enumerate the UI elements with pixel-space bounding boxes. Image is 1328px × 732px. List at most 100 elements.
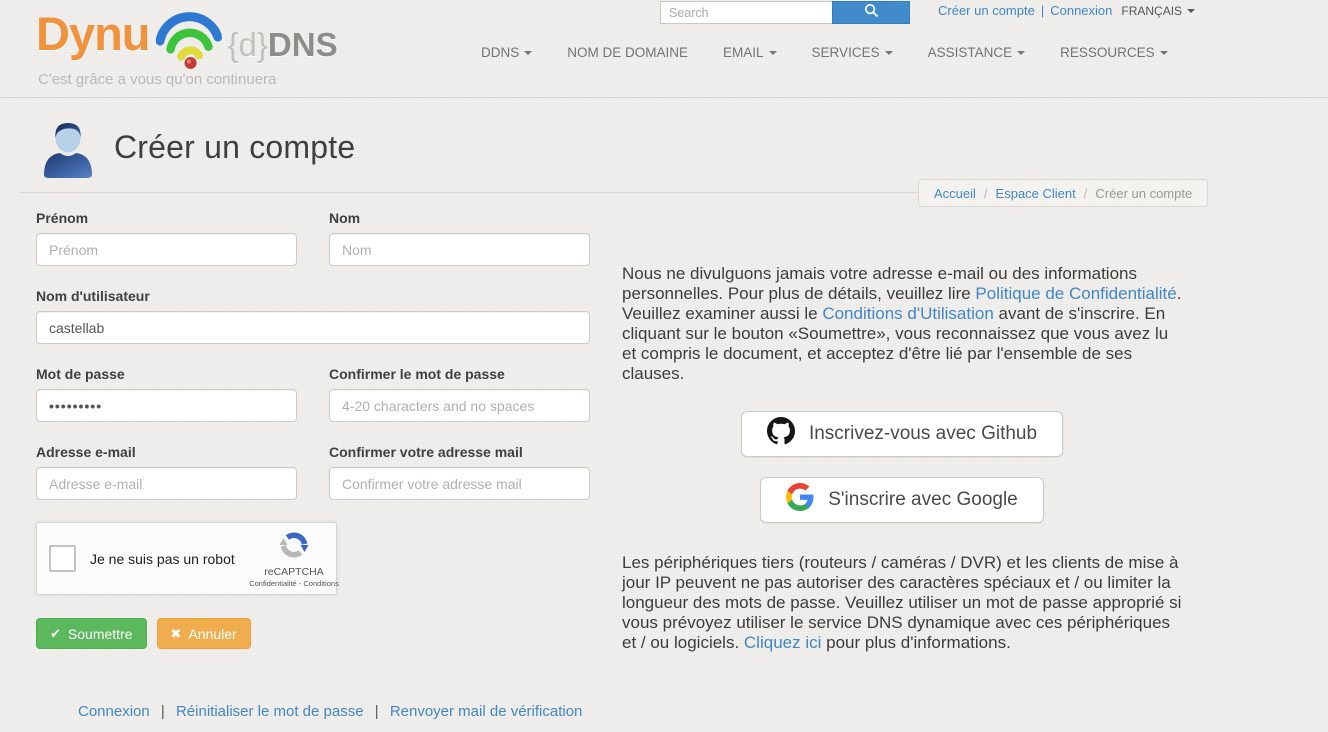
first-name-group: Prénom [36,210,297,266]
recaptcha-label: Je ne suis pas un robot [90,551,235,567]
footer-separator: | [375,703,379,720]
recaptcha-brand: reCAPTCHA Confidentialité - Conditions [262,530,326,588]
language-label: FRANÇAIS [1121,4,1182,18]
nav-services[interactable]: SERVICES [812,45,893,60]
email-label: Adresse e-mail [36,444,297,460]
confirm-email-label: Confirmer votre adresse mail [329,444,590,460]
breadcrumb-separator: / [984,186,988,201]
nav-ressources-label: RESSOURCES [1060,45,1155,60]
recaptcha-checkbox[interactable] [49,545,76,572]
page: Dynu {d}DNS C'est grâce a vous qu'on con… [0,0,1328,732]
person-icon [40,119,96,184]
privacy-paragraph: Nous ne divulguons jamais votre adresse … [622,264,1182,384]
form-actions: ✔ Soumettre ✖ Annuler [36,618,590,649]
recaptcha-name: reCAPTCHA [264,566,324,578]
submit-button-label: Soumettre [68,626,133,642]
top-login-link[interactable]: Connexion [1050,3,1112,18]
breadcrumb-espace-client[interactable]: Espace Client [996,186,1076,201]
confirm-password-label: Confirmer le mot de passe [329,366,590,382]
nav-nom-de-domaine-label: NOM DE DOMAINE [567,45,688,60]
confirm-password-field[interactable] [329,389,590,422]
google-signup-label: S'inscrire avec Google [828,489,1018,511]
first-name-field[interactable] [36,233,297,266]
privacy-policy-link[interactable]: Politique de Confidentialité [975,284,1176,303]
password-field[interactable] [36,389,297,422]
confirm-email-group: Confirmer votre adresse mail [329,444,590,500]
last-name-field[interactable] [329,233,590,266]
chevron-down-icon [524,51,532,55]
footer-login-link[interactable]: Connexion [78,703,150,720]
email-field[interactable] [36,467,297,500]
breadcrumb-current: Créer un compte [1095,186,1192,201]
logo[interactable]: Dynu {d}DNS [36,8,338,75]
chevron-down-icon [1160,51,1168,55]
password-label: Mot de passe [36,366,297,382]
logo-suffix-dns: DNS [268,26,338,63]
more-info-link[interactable]: Cliquez ici [744,633,821,652]
confirm-email-field[interactable] [329,467,590,500]
main-nav: DDNS NOM DE DOMAINE EMAIL SERVICES ASSIS… [481,45,1168,60]
nav-assistance[interactable]: ASSISTANCE [928,45,1026,60]
nav-email[interactable]: EMAIL [723,45,777,60]
wifi-logo-icon [156,12,222,75]
search-input[interactable] [660,1,832,24]
google-icon [786,483,814,517]
info-column: Nous ne divulguons jamais votre adresse … [622,264,1182,653]
last-name-label: Nom [329,210,590,226]
github-signup-label: Inscrivez-vous avec Github [809,423,1037,445]
cancel-button-label: Annuler [188,626,236,642]
logo-suffix-braces: {d} [228,26,268,63]
breadcrumb-separator: / [1084,186,1088,201]
recaptcha-icon [279,530,309,565]
recaptcha-terms-links[interactable]: Confidentialité - Conditions [249,579,339,588]
footer-reset-password-link[interactable]: Réinitialiser le mot de passe [176,703,364,720]
github-signup-button[interactable]: Inscrivez-vous avec Github [741,411,1063,457]
nav-assistance-label: ASSISTANCE [928,45,1013,60]
nav-nom-de-domaine[interactable]: NOM DE DOMAINE [567,45,688,60]
confirm-password-group: Confirmer le mot de passe [329,366,590,422]
chevron-down-icon [769,51,777,55]
terms-link[interactable]: Conditions d'Utilisation [822,304,993,323]
breadcrumb-accueil[interactable]: Accueil [934,186,976,201]
search-icon [864,3,879,23]
cross-icon: ✖ [171,626,182,642]
brand-text: Dynu [36,8,150,60]
note-text-2: pour plus d'informations. [821,633,1010,652]
username-field[interactable] [36,311,590,344]
breadcrumb: Accueil / Espace Client / Créer un compt… [918,179,1208,207]
chevron-down-icon [885,51,893,55]
submit-button[interactable]: ✔ Soumettre [36,618,147,649]
logo-suffix: {d}DNS [228,28,338,61]
footer-separator: | [161,703,165,720]
check-icon: ✔ [50,626,61,642]
language-selector[interactable]: FRANÇAIS [1121,4,1195,18]
recaptcha-widget: Je ne suis pas un robot reCAPTCHA Confid… [36,522,337,595]
top-links-separator: | [1041,3,1044,18]
searchbar [660,1,910,24]
tagline: C'est grâce a vous qu'on continuera [38,71,276,88]
first-name-label: Prénom [36,210,297,226]
github-icon [767,417,795,451]
cancel-button[interactable]: ✖ Annuler [157,618,251,649]
nav-ressources[interactable]: RESSOURCES [1060,45,1168,60]
email-group: Adresse e-mail [36,444,297,500]
page-title: Créer un compte [114,129,355,166]
nav-email-label: EMAIL [723,45,764,60]
username-label: Nom d'utilisateur [36,288,590,304]
search-button[interactable] [832,1,910,24]
social-signup: Inscrivez-vous avec Github S'inscrire av… [622,411,1182,523]
chevron-down-icon [1187,9,1195,13]
username-group: Nom d'utilisateur [36,288,590,344]
nav-ddns[interactable]: DDNS [481,45,532,60]
signup-form: Prénom Nom Nom d'utilisateur Mot de pass… [36,210,590,649]
password-note-paragraph: Les périphériques tiers (routeurs / camé… [622,553,1182,653]
google-signup-button[interactable]: S'inscrire avec Google [760,477,1044,523]
top-create-account-link[interactable]: Créer un compte [938,3,1035,18]
password-group: Mot de passe [36,366,297,422]
header: Dynu {d}DNS C'est grâce a vous qu'on con… [0,0,1328,98]
nav-ddns-label: DDNS [481,45,519,60]
nav-services-label: SERVICES [812,45,880,60]
footer-links: Connexion | Réinitialiser le mot de pass… [78,703,582,720]
chevron-down-icon [1017,51,1025,55]
footer-resend-verification-link[interactable]: Renvoyer mail de vérification [390,703,583,720]
